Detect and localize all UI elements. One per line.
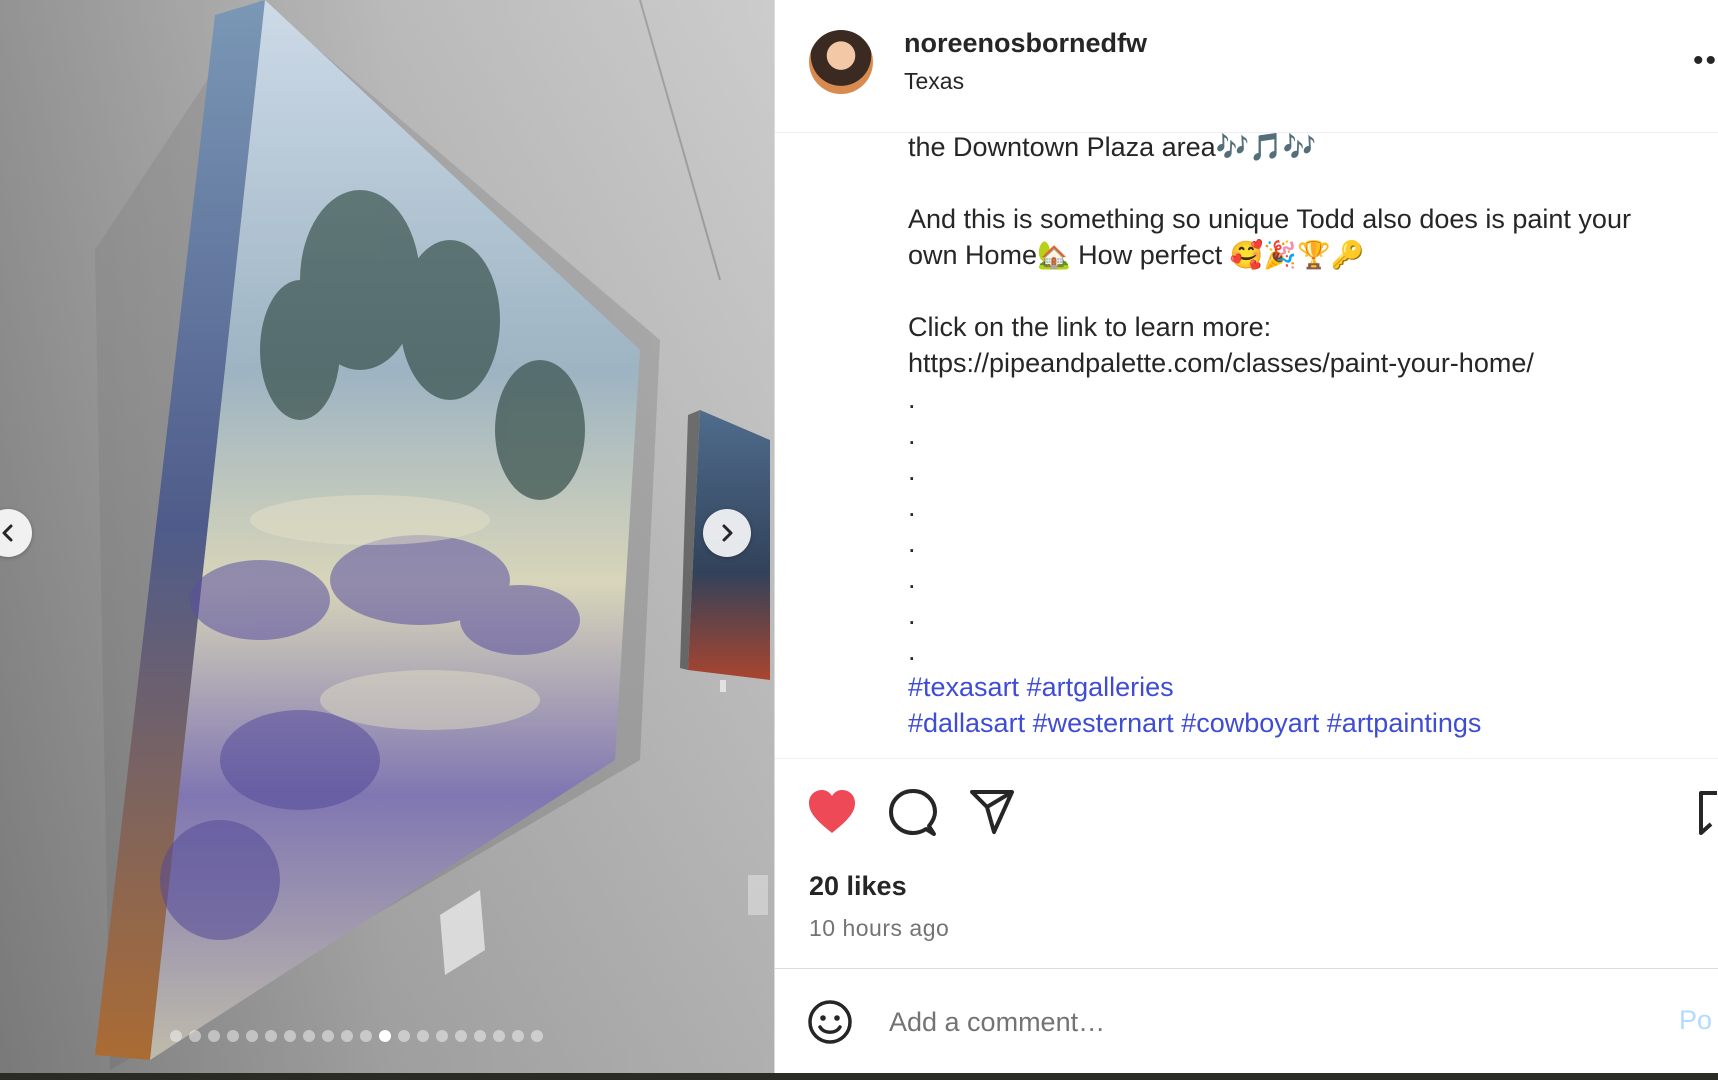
caption-dot: . [908, 420, 916, 450]
carousel-dot [474, 1030, 486, 1042]
action-bar: 20 likes 10 hours ago [775, 758, 1718, 969]
comment-bar: Po [775, 968, 1718, 1074]
hashtag-link[interactable]: #texasart [908, 672, 1019, 702]
bookmark-icon [1699, 791, 1717, 835]
post-timestamp[interactable]: 10 hours ago [809, 915, 949, 942]
hashtag-link[interactable]: #westernart [1033, 708, 1174, 738]
carousel-dot [303, 1030, 315, 1042]
caption-dot: . [908, 456, 916, 486]
post-comment-button[interactable]: Po [1679, 1005, 1712, 1036]
caption-line: Click on the link to learn more: [908, 312, 1272, 342]
carousel-dot [227, 1030, 239, 1042]
carousel-dot [265, 1030, 277, 1042]
caption-text: the Downtown Plaza area🎶🎵🎶 And this is so… [908, 133, 1698, 741]
hashtag-link[interactable]: #dallasart [908, 708, 1025, 738]
carousel-dot [284, 1030, 296, 1042]
carousel-dot [246, 1030, 258, 1042]
caption-link[interactable]: https://pipeandpalette.com/classes/paint… [908, 345, 1698, 381]
like-button[interactable] [807, 789, 857, 840]
caption-line: the Downtown Plaza area🎶🎵🎶 [908, 133, 1317, 162]
chevron-left-icon [2, 524, 13, 542]
carousel-dot [455, 1030, 467, 1042]
caption-dot: . [908, 492, 916, 522]
post-media[interactable] [0, 0, 774, 1073]
more-options-button[interactable]: •• [1693, 44, 1718, 78]
post-panel: noreenosbornedfw Texas •• the Downtown P… [774, 0, 1718, 1073]
caption-line: own Home🏡 How perfect 🥰🎉🏆🔑 [908, 240, 1365, 270]
next-slide-button[interactable] [703, 509, 751, 557]
hashtag-link[interactable]: #artgalleries [1027, 672, 1174, 702]
location-link[interactable]: Texas [904, 68, 964, 95]
caption-dot: . [908, 384, 916, 414]
carousel-dot [189, 1030, 201, 1042]
caption-dot: . [908, 636, 916, 666]
username-link[interactable]: noreenosbornedfw [904, 28, 1147, 59]
carousel-dot [341, 1030, 353, 1042]
carousel-dot [512, 1030, 524, 1042]
carousel-dot [417, 1030, 429, 1042]
carousel-dot [360, 1030, 372, 1042]
post-header: noreenosbornedfw Texas •• [775, 0, 1718, 133]
share-button[interactable] [969, 789, 1015, 840]
carousel-dot [170, 1030, 182, 1042]
carousel-dot [531, 1030, 543, 1042]
chevron-right-icon [722, 524, 733, 542]
caption-dot: . [908, 528, 916, 558]
heart-icon [809, 790, 855, 833]
save-button[interactable] [1697, 791, 1718, 840]
likes-count[interactable]: 20 likes [809, 871, 907, 902]
more-horizontal-icon: •• [1693, 44, 1718, 77]
comment-button[interactable] [889, 789, 937, 842]
carousel-indicator [170, 1030, 543, 1042]
caption-dot: . [908, 600, 916, 630]
smiley-icon [808, 1000, 852, 1044]
hashtag-row: #dallasart #westernart #cowboyart #artpa… [908, 705, 1698, 741]
caption-scroll-area[interactable]: the Downtown Plaza area🎶🎵🎶 And this is so… [775, 133, 1718, 757]
carousel-dot-active [379, 1030, 391, 1042]
send-icon [970, 790, 1014, 834]
hashtag-link[interactable]: #artpaintings [1327, 708, 1482, 738]
carousel-dot [398, 1030, 410, 1042]
avatar[interactable] [809, 30, 873, 94]
caption-dot: . [908, 564, 916, 594]
emoji-button[interactable] [807, 999, 853, 1050]
media-overlay [0, 0, 774, 1073]
caption-line: And this is something so unique Todd als… [908, 204, 1631, 234]
carousel-dot [493, 1030, 505, 1042]
carousel-dot [436, 1030, 448, 1042]
comment-icon [889, 789, 937, 836]
carousel-dot [322, 1030, 334, 1042]
carousel-dot [208, 1030, 220, 1042]
hashtag-row: #texasart #artgalleries [908, 669, 1698, 705]
comment-input[interactable] [887, 999, 1611, 1045]
hashtag-link[interactable]: #cowboyart [1181, 708, 1319, 738]
